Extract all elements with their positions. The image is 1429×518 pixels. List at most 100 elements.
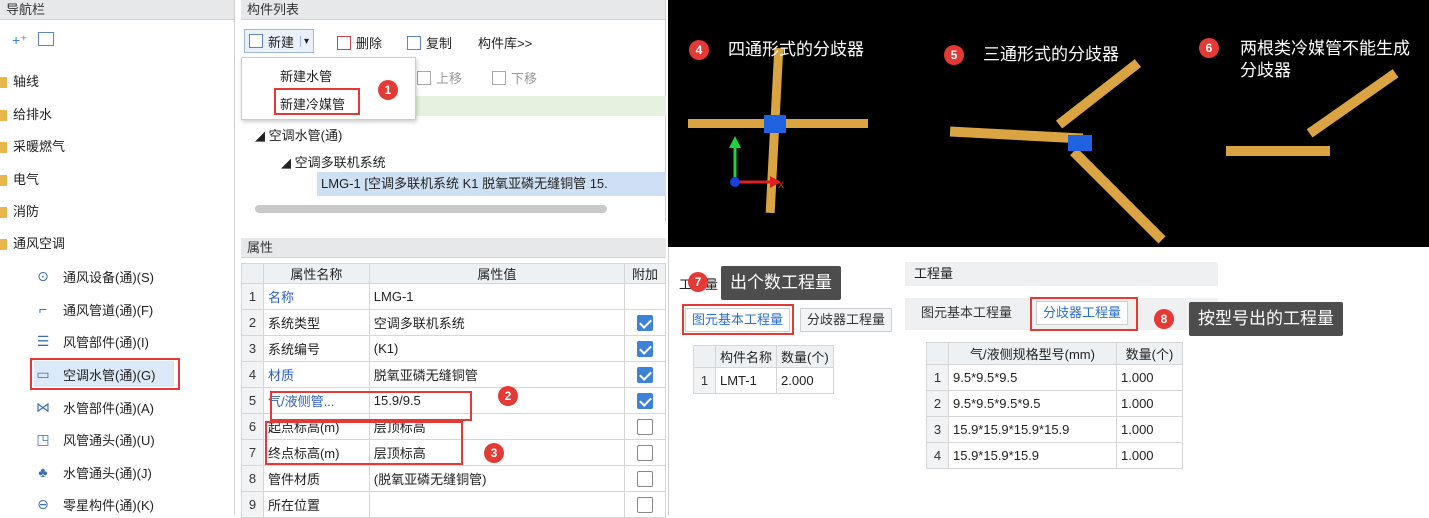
menu-item-new-water-pipe[interactable]: 新建水管 [280,66,332,85]
highlight-box [1030,297,1138,331]
sub-item-ventilation-equipment[interactable]: ⊙ 通风设备(通)(S) [34,263,154,289]
attribute-name: 名称 [262,283,370,310]
nav-item-axis[interactable]: 轴线 [0,70,39,94]
tree-node-vrf-system[interactable]: ◢ 空调多联机系统 [281,152,386,171]
row-number: 7 [241,439,264,466]
nav-item-heating[interactable]: 采暖燃气 [0,135,65,159]
attribute-row[interactable]: 4 材质 脱氧亚磷无缝铜管 [241,361,666,388]
filter-bar[interactable] [411,96,666,116]
tree-toggle-icon[interactable]: ◢ [255,128,269,143]
chevron-down-icon[interactable]: ▾ [300,35,309,47]
nav-item-hvac[interactable]: 通风空调 [0,232,65,256]
tree-node-lmg-1[interactable]: LMG-1 [空调多联机系统 K1 脱氧亚磷无缝铜管 15. [317,172,666,196]
attribute-value[interactable]: 空调多联机系统 [368,309,626,336]
table-row: 3 15.9*15.9*15.9*15.9 1.000 [926,416,1183,443]
extra-checkbox-cell[interactable] [624,413,666,440]
row-number: 1 [241,283,264,310]
sub-item-duct-fitting[interactable]: ◳ 风管通头(通)(U) [34,426,154,452]
extra-checkbox[interactable] [637,340,653,357]
three-way-caption: 三通形式的分歧器 [983,45,1119,64]
delete-label: 删除 [356,36,383,51]
row-number: 3 [926,416,949,443]
attribute-value[interactable]: (K1) [368,335,626,362]
extra-checkbox[interactable] [637,444,653,461]
quantity-panel-model: 工程量 图元基本工程量 分歧器工程量 8 按型号出的工程量 气/液侧规格型号(m… [905,262,1429,515]
attribute-row[interactable]: 3 系统编号 (K1) [241,335,666,362]
row-number: 9 [241,491,264,518]
edit-icon[interactable] [37,32,54,46]
extra-checkbox-cell[interactable] [624,361,666,388]
nav-item-water[interactable]: 给排水 [0,103,52,127]
extra-checkbox-cell[interactable] [624,439,666,466]
extra-checkbox[interactable] [637,418,653,435]
nav-item-fire[interactable]: 消防 [0,200,39,224]
move-down-label: 下移 [511,71,538,86]
tab-branch-quantity[interactable]: 分歧器工程量 [800,308,893,332]
extra-checkbox[interactable] [637,314,653,331]
tree-toggle-icon[interactable]: ◢ [281,155,295,170]
move-down-button[interactable]: 下移 [492,68,537,87]
row-number: 6 [241,413,264,440]
copy-button[interactable]: 复制 [407,33,452,52]
sub-item-label: 通风设备(通)(S) [63,269,154,285]
new-button[interactable]: 新建 ▾ [244,29,315,53]
table-cell: 1.000 [1116,390,1183,417]
extra-checkbox-cell[interactable] [624,309,666,336]
attribute-title: 属性 [241,238,666,258]
sub-item-misc[interactable]: ⊖ 零星构件(通)(K) [34,491,154,517]
nav-item-label: 消防 [13,204,40,219]
table-cell: 15.9*15.9*15.9 [948,442,1117,469]
attribute-row[interactable]: 1 名称 LMG-1 [241,283,666,310]
attribute-row[interactable]: 8 管件材质 (脱氧亚磷无缝铜管) [241,465,666,492]
step-badge: 7 [688,272,708,292]
extra-checkbox-cell[interactable] [624,387,666,414]
column-header-component: 构件名称 [714,345,778,368]
count-header-row: 构件名称 数量(个) [693,345,834,368]
highlight-box [265,421,463,465]
attribute-name: 系统编号 [262,335,370,362]
nav-item-label: 通风空调 [13,236,66,251]
add-icon[interactable]: +⁺ [12,32,28,49]
tree-node-ac-water-pipe[interactable]: ◢ 空调水管(通) [255,125,342,144]
horizontal-scrollbar[interactable] [255,205,607,213]
sub-item-duct[interactable]: ⌐ 通风管道(通)(F) [34,296,153,322]
library-button[interactable]: 构件库>> [478,33,532,52]
sub-item-pipe-part[interactable]: ⋈ 水管部件(通)(A) [34,394,154,420]
move-up-label: 上移 [436,71,463,86]
extra-checkbox[interactable] [637,366,653,383]
extra-checkbox-cell[interactable] [624,491,666,518]
no-branch-caption: 两根类冷媒管不能生成分歧器 [1240,39,1410,80]
sub-item-pipe-fitting[interactable]: ♣ 水管通头(通)(J) [34,459,151,485]
folder-icon [0,76,7,88]
tab-basic-quantity[interactable]: 图元基本工程量 [915,302,1018,326]
sub-item-label: 零星构件(通)(K) [63,497,154,513]
nav-item-electric[interactable]: 电气 [0,168,39,192]
attribute-value[interactable] [368,491,626,518]
arrow-down-icon [492,70,506,85]
folder-icon [0,174,7,186]
extra-checkbox[interactable] [637,470,653,487]
extra-checkbox-cell[interactable] [624,283,666,310]
row-number: 3 [241,335,264,362]
extra-checkbox-cell[interactable] [624,465,666,492]
nav-item-label: 轴线 [13,74,40,89]
delete-button[interactable]: 删除 [337,33,382,52]
attribute-panel: 属性 属性名称 属性值 附加 1 名称 LMG-1 2 系统类型 空调多联机系统 3 系统编号 (K… [241,238,666,518]
highlight-box [270,391,472,421]
move-up-button[interactable]: 上移 [417,68,462,87]
step-badge: 6 [1199,38,1219,58]
column-header-count: 数量(个) [1116,342,1183,365]
attribute-row[interactable]: 2 系统类型 空调多联机系统 [241,309,666,336]
3d-viewport[interactable]: x 4 四通形式的分歧器 5 三通形式的分歧器 6 两根类冷媒管不能生成分歧器 [668,0,1429,247]
attribute-value[interactable]: LMG-1 [368,283,626,310]
sub-item-duct-part[interactable]: ☰ 风管部件(通)(I) [34,328,149,354]
attribute-row[interactable]: 9 所在位置 [241,491,666,518]
extra-checkbox-cell[interactable] [624,335,666,362]
extra-checkbox[interactable] [637,392,653,409]
attribute-value[interactable]: 脱氧亚磷无缝铜管 [368,361,626,388]
extra-checkbox[interactable] [637,496,653,513]
table-row: 4 15.9*15.9*15.9 1.000 [926,442,1183,469]
attribute-value[interactable]: (脱氧亚磷无缝铜管) [368,465,626,492]
table-cell: 2.000 [776,367,834,394]
three-way-branch [949,59,1166,244]
